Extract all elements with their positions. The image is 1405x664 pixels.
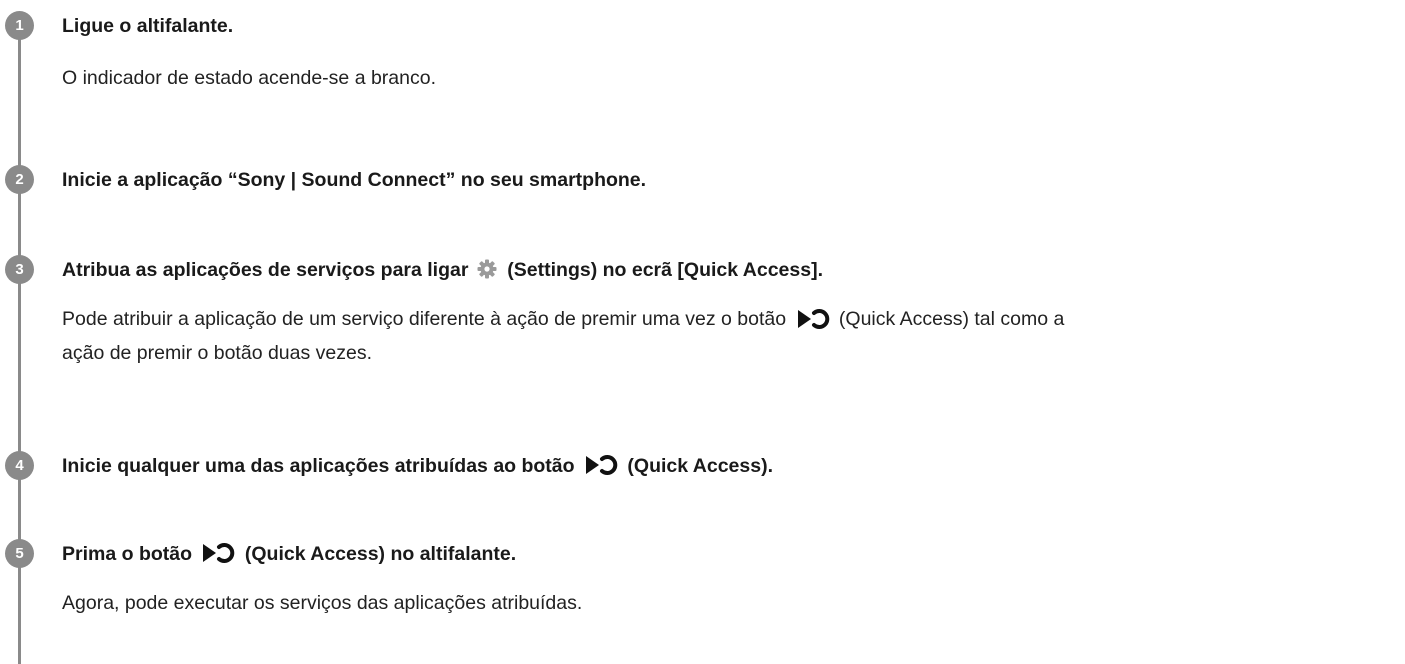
step-title-text: Atribua as aplicações de serviços para l… xyxy=(62,259,469,281)
quick-access-icon xyxy=(584,454,618,476)
step-title: Ligue o altifalante. xyxy=(62,15,234,37)
step-title: Inicie a aplicação “Sony | Sound Connect… xyxy=(62,169,647,191)
step-number-badge: 5 xyxy=(5,539,34,568)
quick-access-icon xyxy=(201,542,235,564)
step-description: O indicador de estado acende-se a branco… xyxy=(62,67,436,89)
step-title: Atribua as aplicações de serviços para l… xyxy=(62,257,823,283)
step-number-badge: 1 xyxy=(5,11,34,40)
step-title: Prima o botão (Quick Access) no altifala… xyxy=(62,542,517,565)
step-number-badge: 2 xyxy=(5,165,34,194)
quick-access-icon xyxy=(796,307,830,329)
step-number-badge: 3 xyxy=(5,255,34,284)
step-number-badge: 4 xyxy=(5,451,34,480)
step-description: Pode atribuir a aplicação de um serviço … xyxy=(62,307,1065,364)
gear-icon xyxy=(476,258,498,280)
step-title: Inicie qualquer uma das aplicações atrib… xyxy=(62,454,773,477)
step-title-text: (Settings) no ecrã [Quick Access]. xyxy=(507,259,824,281)
step-description: Agora, pode executar os serviços das apl… xyxy=(62,592,583,614)
